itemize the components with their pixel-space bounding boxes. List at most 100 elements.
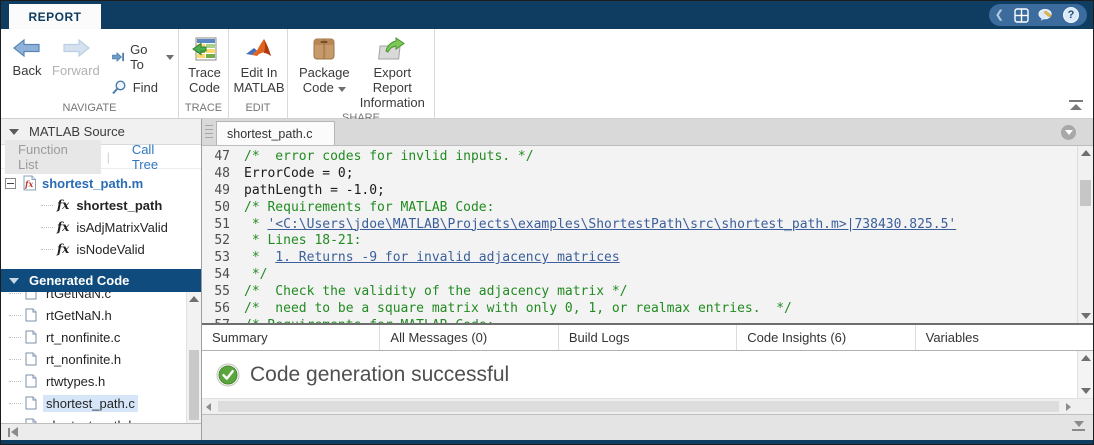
code-line: 56/* need to be a square matrix with onl… [202, 301, 1077, 318]
code-line: 51 * '<C:\Users\jdoe\MATLAB\Projects\exa… [202, 217, 1077, 234]
scrollbar-thumb[interactable] [218, 401, 1059, 412]
tab-build-logs[interactable]: Build Logs [559, 325, 737, 350]
file-row[interactable]: rtGetNaN.h [9, 304, 201, 326]
scroll-down-icon[interactable] [1081, 388, 1091, 394]
layout-grid-icon[interactable] [1013, 7, 1029, 23]
collapse-expander-icon[interactable] [5, 178, 16, 189]
forward-button[interactable]: Forward [47, 35, 105, 102]
scrollbar-thumb[interactable] [189, 350, 199, 420]
group-edit: Edit InMATLAB EDIT [229, 29, 288, 118]
scroll-up-icon[interactable] [1081, 150, 1091, 156]
file-row[interactable]: rtwtypes.h [9, 370, 201, 392]
success-check-icon [216, 363, 240, 387]
find-label: Find [133, 80, 158, 95]
package-box-icon [311, 37, 337, 61]
trace-group-label: TRACE [179, 102, 228, 118]
tab-variables[interactable]: Variables [916, 325, 1093, 350]
report-tab-label: REPORT [28, 10, 81, 24]
code-line: 55/* Check the validity of the adjacency… [202, 284, 1077, 301]
editor-tab-shortest-path-c[interactable]: shortest_path.c [216, 121, 335, 145]
trace-code-icon [192, 37, 218, 61]
tab-list-dropdown-icon[interactable] [1061, 125, 1076, 140]
scrollbar-thumb[interactable] [1078, 361, 1093, 373]
tab-summary[interactable]: Summary [202, 325, 380, 350]
summary-horizontal-scrollbar[interactable] [202, 398, 1093, 414]
code-view: 47/* error codes for invlid inputs. */ 4… [202, 146, 1093, 323]
code-line: 47/* error codes for invlid inputs. */ [202, 149, 1077, 166]
tree-connector [9, 381, 21, 382]
collapse-sidebar-icon[interactable] [8, 427, 18, 437]
file-name: rtwtypes.h [43, 373, 108, 390]
tabstrip-grip-icon[interactable] [205, 125, 213, 140]
sidebar-scrollbar[interactable] [186, 292, 201, 423]
scroll-down-icon[interactable] [1081, 313, 1091, 319]
feedback-icon[interactable] [1038, 7, 1054, 23]
code-line: 48ErrorCode = 0; [202, 166, 1077, 183]
code-vertical-scrollbar[interactable] [1077, 146, 1093, 323]
fx-icon: fx [57, 198, 69, 212]
file-row[interactable]: rt_nonfinite.c [9, 326, 201, 348]
tree-root-row[interactable]: fx shortest_path.m [1, 172, 201, 194]
file-name: rt_nonfinite.c [43, 329, 123, 346]
goto-button[interactable]: Go To [111, 42, 174, 72]
export-report-button[interactable]: Export ReportInformation [355, 35, 430, 112]
goto-icon [111, 50, 124, 64]
collapse-toolstrip-icon[interactable] [1069, 100, 1083, 112]
file-row-selected[interactable]: shortest_path.c [9, 392, 201, 414]
tree-function-row[interactable]: fx shortest_path [1, 194, 201, 216]
edit-group-label: EDIT [229, 102, 287, 118]
package-code-label: PackageCode [299, 65, 350, 95]
toolstrip: Back Forward Go To Find [1, 29, 1093, 119]
requirement-link[interactable]: 1. Returns -9 for invalid adjacency matr… [275, 250, 619, 265]
file-row[interactable]: rtGetNaN.c [9, 292, 201, 304]
generated-code-title: Generated Code [29, 273, 129, 288]
trace-code-button[interactable]: TraceCode [183, 35, 226, 102]
code-area[interactable]: 47/* error codes for invlid inputs. */ 4… [202, 146, 1077, 323]
function-label: isAdjMatrixValid [76, 220, 168, 235]
file-name: rtGetNaN.h [43, 307, 115, 324]
package-caret-icon [338, 87, 346, 92]
goto-label: Go To [130, 42, 156, 72]
editor-tabstrip: shortest_path.c [202, 119, 1093, 146]
tab-divider: | [107, 150, 110, 164]
edit-in-matlab-button[interactable]: Edit InMATLAB [228, 35, 289, 102]
scroll-right-icon[interactable] [1066, 403, 1071, 411]
svg-text:fx: fx [24, 179, 33, 189]
editor-tab-label: shortest_path.c [227, 127, 312, 141]
collapse-section-icon [9, 129, 19, 135]
expand-panel-icon[interactable] [1072, 421, 1085, 431]
generated-code-header[interactable]: Generated Code [1, 269, 201, 292]
tree-connector [9, 315, 21, 316]
back-button[interactable]: Back [7, 35, 47, 102]
summary-content: Code generation successful [202, 351, 1093, 398]
requirement-link[interactable]: '<C:\Users\jdoe\MATLAB\Projects\examples… [267, 217, 956, 232]
tree-function-row[interactable]: fx isNodeValid [1, 238, 201, 260]
scroll-left-icon[interactable] [206, 403, 211, 411]
tab-code-insights[interactable]: Code Insights (6) [737, 325, 915, 350]
sidebar-bottom-strip [1, 423, 201, 440]
code-line: 53 * 1. Returns -9 for invalid adjacency… [202, 250, 1077, 267]
find-button[interactable]: Find [111, 80, 174, 95]
tree-connector [9, 337, 21, 338]
tree-connector [41, 227, 53, 228]
summary-vertical-scrollbar[interactable] [1077, 351, 1093, 398]
file-row[interactable]: rt_nonfinite.h [9, 348, 201, 370]
file-icon [25, 374, 37, 388]
scrollbar-thumb[interactable] [1080, 180, 1091, 206]
tab-all-messages[interactable]: All Messages (0) [380, 325, 558, 350]
collapse-quick-access-icon[interactable]: ❮ [995, 10, 1004, 21]
group-share: PackageCode Export ReportInformation SHA… [288, 29, 435, 118]
tab-report[interactable]: REPORT [9, 4, 101, 29]
export-report-icon [378, 37, 406, 61]
code-line: 52 * Lines 18-21: [202, 233, 1077, 250]
back-label: Back [13, 63, 42, 78]
function-tree: fx shortest_path.m fx shortest_path fx i… [1, 169, 201, 261]
file-row[interactable]: shortest_path.h [9, 414, 201, 423]
bottom-tabs: Summary All Messages (0) Build Logs Code… [202, 325, 1093, 351]
goto-caret-icon [166, 55, 174, 60]
help-icon[interactable]: ? [1063, 7, 1079, 23]
tree-function-row[interactable]: fx isAdjMatrixValid [1, 216, 201, 238]
package-code-button[interactable]: PackageCode [294, 35, 355, 112]
scroll-up-icon[interactable] [189, 296, 199, 302]
trace-code-label: TraceCode [188, 65, 221, 95]
